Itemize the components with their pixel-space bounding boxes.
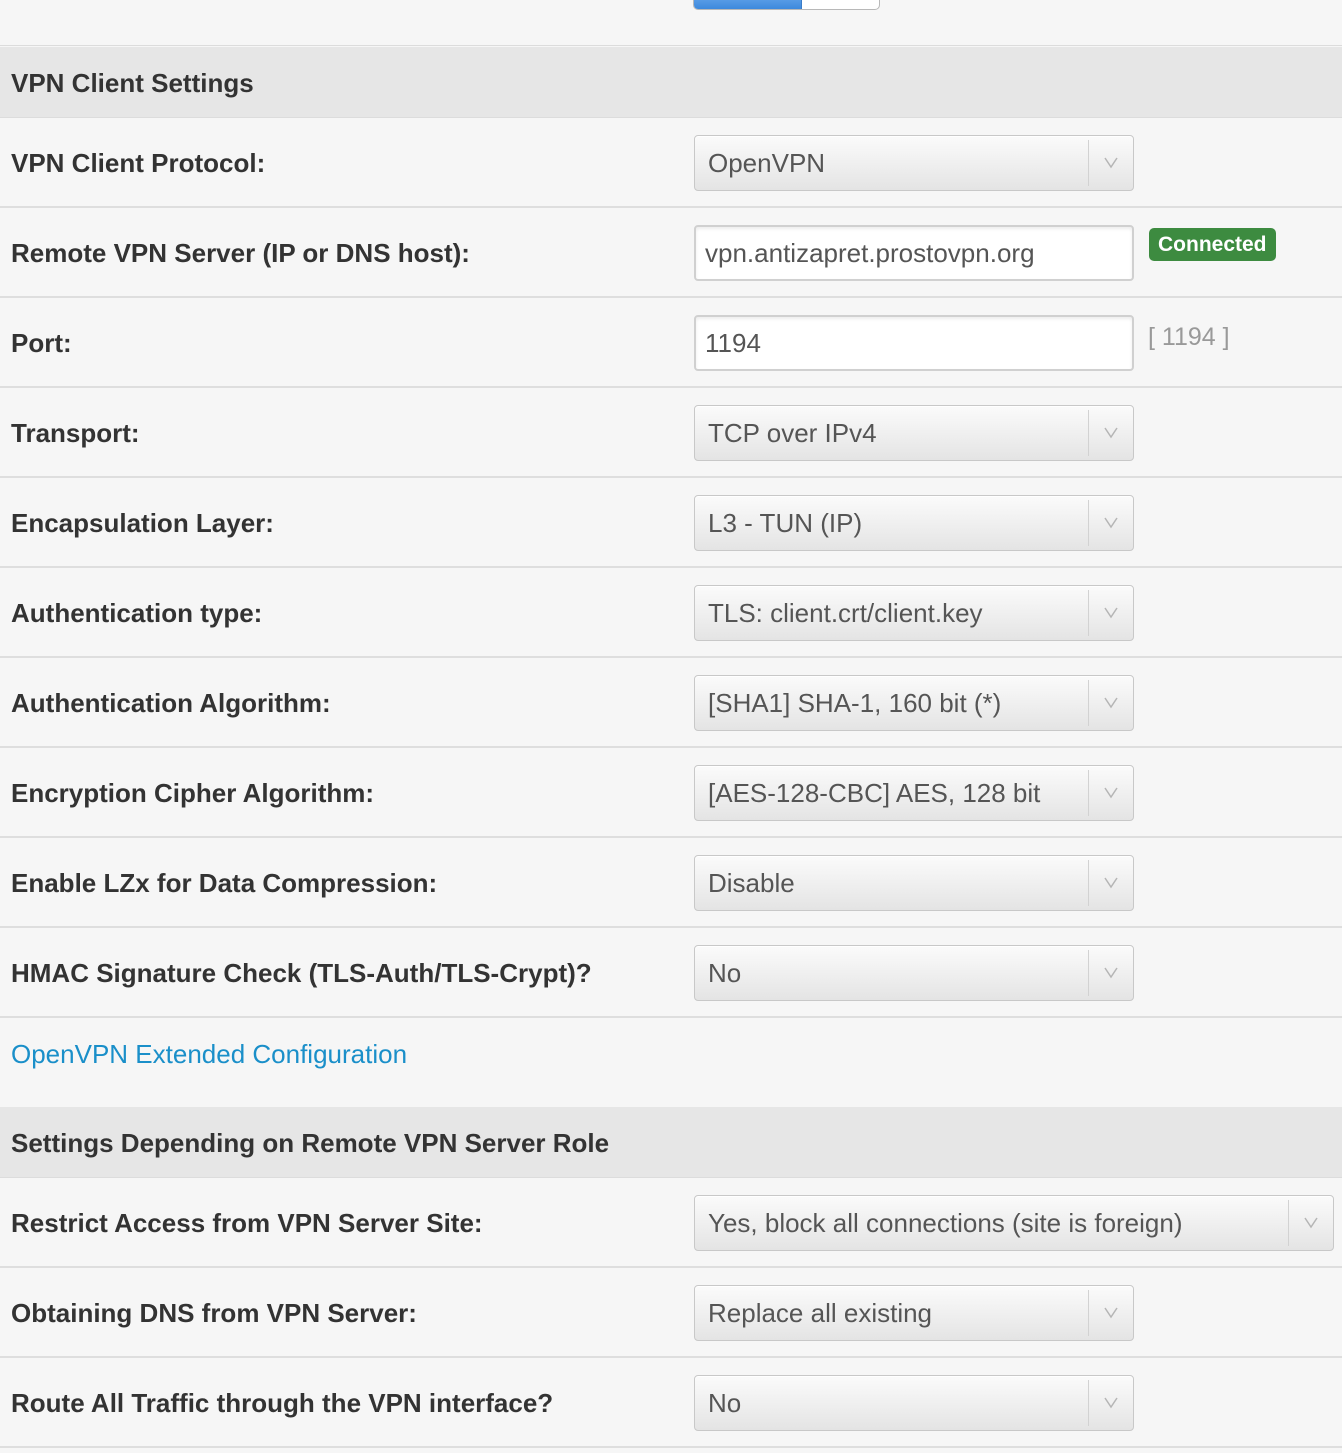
field-label: Transport: [11,418,140,448]
select-divider [1288,1200,1289,1246]
chevron-down-icon [1104,877,1118,889]
select-value: TLS: client.crt/client.key [708,598,983,628]
chevron-down-icon [1104,157,1118,169]
field-label: Port: [11,328,72,358]
section-header-server-role: Settings Depending on Remote VPN Server … [0,1107,1342,1178]
row-encapsulation-layer: Encapsulation Layer: L3 - TUN (IP) [0,478,1342,568]
select-divider [1088,860,1089,906]
select-value: TCP over IPv4 [708,418,877,448]
select-divider [1088,770,1089,816]
select-value: Yes, block all connections (site is fore… [708,1208,1183,1238]
row-hmac-signature-check: HMAC Signature Check (TLS-Auth/TLS-Crypt… [0,928,1342,1018]
select-divider [1088,950,1089,996]
field-label: Enable LZx for Data Compression: [11,868,438,898]
select-divider [1088,590,1089,636]
port-input-wrapper [694,315,1134,371]
field-label: Obtaining DNS from VPN Server: [11,1298,417,1328]
select-value: Disable [708,868,795,898]
extended-config-link[interactable]: OpenVPN Extended Configuration [11,1018,407,1090]
row-encryption-cipher: Encryption Cipher Algorithm: [AES-128-CB… [0,748,1342,838]
chevron-down-icon [1104,1307,1118,1319]
field-label: Remote VPN Server (IP or DNS host): [11,238,470,268]
hmac-select[interactable]: No [694,945,1134,1001]
port-input[interactable] [696,317,1132,369]
remote-server-input[interactable] [696,227,1132,279]
remote-server-input-wrapper [694,225,1134,281]
section-title: VPN Client Settings [11,68,254,98]
encapsulation-select[interactable]: L3 - TUN (IP) [694,495,1134,551]
field-label: HMAC Signature Check (TLS-Auth/TLS-Crypt… [11,958,592,988]
row-transport: Transport: TCP over IPv4 [0,388,1342,478]
restrict-access-select[interactable]: Yes, block all connections (site is fore… [694,1195,1334,1251]
chevron-down-icon [1104,517,1118,529]
field-label: Restrict Access from VPN Server Site: [11,1208,483,1238]
select-value: No [708,958,742,988]
chevron-down-icon [1104,697,1118,709]
compression-select[interactable]: Disable [694,855,1134,911]
chevron-down-icon [1104,967,1118,979]
row-restrict-access: Restrict Access from VPN Server Site: Ye… [0,1178,1342,1268]
section-header-vpn-client-settings: VPN Client Settings [0,47,1342,118]
status-badge: Connected [1149,228,1276,261]
row-route-all-traffic: Route All Traffic through the VPN interf… [0,1358,1342,1448]
field-label: Authentication type: [11,598,263,628]
dns-select[interactable]: Replace all existing [694,1285,1134,1341]
select-value: Replace all existing [708,1298,933,1328]
chevron-down-icon [1104,787,1118,799]
select-divider [1088,1380,1089,1426]
port-default-hint: [ 1194 ] [1148,323,1230,351]
row-authentication-algorithm: Authentication Algorithm: [SHA1] SHA-1, … [0,658,1342,748]
row-lzx-compression: Enable LZx for Data Compression: Disable [0,838,1342,928]
toggle-on-segment[interactable] [694,0,802,9]
row-port: Port: [ 1194 ] [0,298,1342,388]
section-title: Settings Depending on Remote VPN Server … [11,1128,610,1158]
select-value: OpenVPN [708,148,826,178]
field-label: VPN Client Protocol: [11,148,266,178]
field-label: Encapsulation Layer: [11,508,274,538]
row-vpn-client-protocol: VPN Client Protocol: OpenVPN [0,118,1342,208]
enable-toggle[interactable] [693,0,880,10]
route-all-select[interactable]: No [694,1375,1134,1431]
row-remote-vpn-server: Remote VPN Server (IP or DNS host): Conn… [0,208,1342,298]
chevron-down-icon [1104,1397,1118,1409]
auth-algorithm-select[interactable]: [SHA1] SHA-1, 160 bit (*) [694,675,1134,731]
chevron-down-icon [1104,607,1118,619]
select-divider [1088,140,1089,186]
select-value: [AES-128-CBC] AES, 128 bit [708,778,1041,808]
chevron-down-icon [1104,427,1118,439]
select-divider [1088,500,1089,546]
field-label: Authentication Algorithm: [11,688,331,718]
select-value: [SHA1] SHA-1, 160 bit (*) [708,688,1002,718]
auth-type-select[interactable]: TLS: client.crt/client.key [694,585,1134,641]
row-authentication-type: Authentication type: TLS: client.crt/cli… [0,568,1342,658]
cipher-select[interactable]: [AES-128-CBC] AES, 128 bit [694,765,1134,821]
select-value: No [708,1388,742,1418]
row-obtaining-dns: Obtaining DNS from VPN Server: Replace a… [0,1268,1342,1358]
select-value: L3 - TUN (IP) [708,508,863,538]
select-divider [1088,410,1089,456]
field-label: Route All Traffic through the VPN interf… [11,1388,554,1418]
row-extended-config: OpenVPN Extended Configuration [0,1018,1342,1106]
transport-select[interactable]: TCP over IPv4 [694,405,1134,461]
chevron-down-icon [1304,1217,1318,1229]
top-strip [0,0,1342,46]
field-label: Encryption Cipher Algorithm: [11,778,375,808]
select-divider [1088,1290,1089,1336]
select-divider [1088,680,1089,726]
protocol-select[interactable]: OpenVPN [694,135,1134,191]
